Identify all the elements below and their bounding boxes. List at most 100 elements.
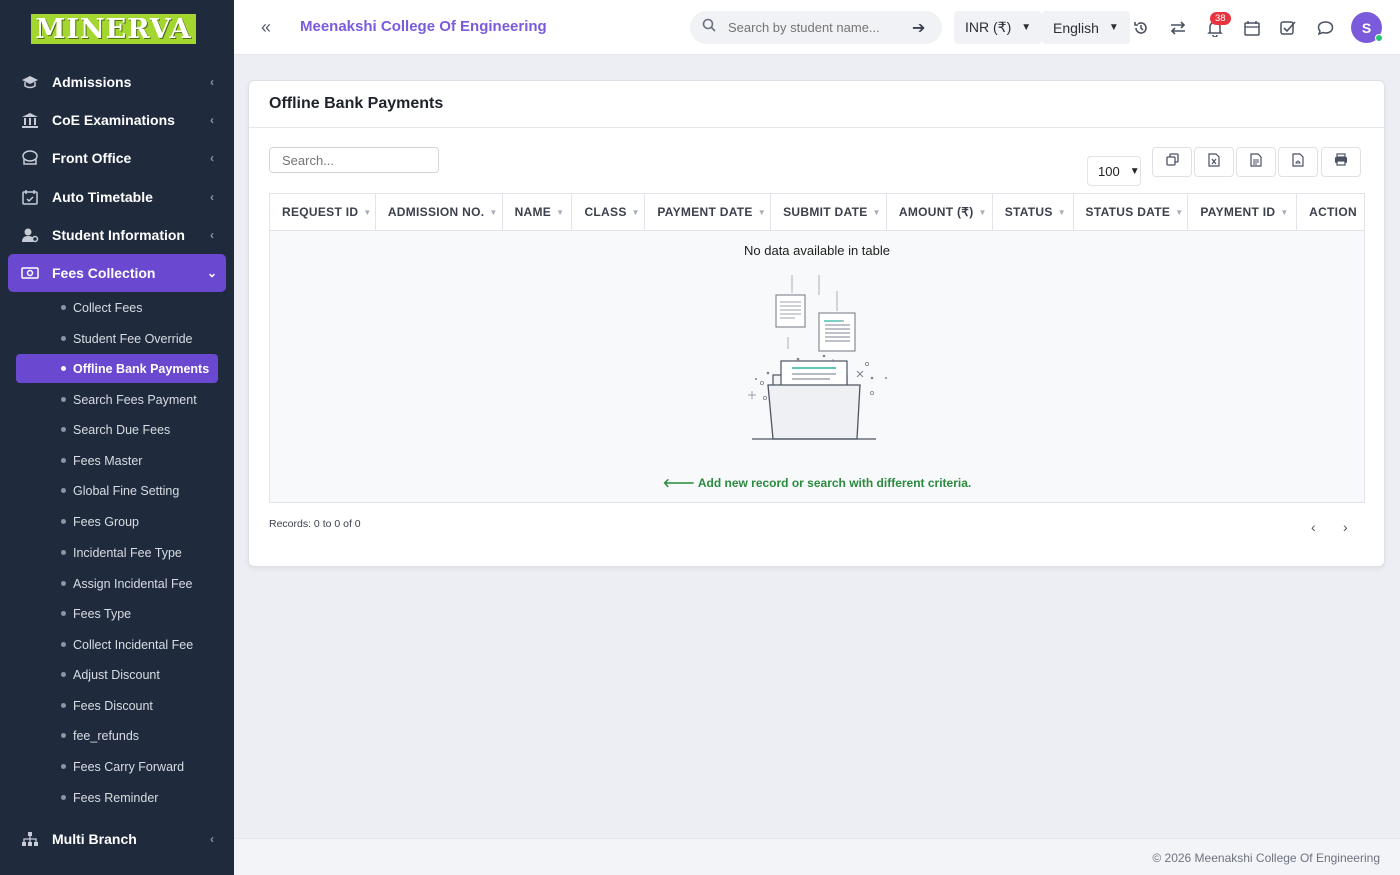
column-header[interactable]: PAYMENT ID ▼: [1188, 194, 1298, 230]
column-header[interactable]: REQUEST ID ▼: [270, 194, 376, 230]
sidebar-item-coe-examinations[interactable]: CoE Examinations ‹: [8, 101, 226, 139]
sidebar-subitem-label: Incidental Fee Type: [73, 545, 182, 560]
chevron-down-icon: ▼: [1108, 22, 1119, 33]
chevron-left-icon: ‹: [210, 113, 214, 127]
empty-table-message: No data available in table: [744, 243, 890, 258]
arrow-right-icon[interactable]: ➔: [912, 18, 925, 38]
bullet-icon: [61, 550, 66, 555]
sidebar-item-auto-timetable[interactable]: Auto Timetable ‹: [8, 178, 226, 216]
sidebar-item-multi-branch[interactable]: Multi Branch ‹: [8, 820, 226, 858]
bullet-icon: [61, 611, 66, 616]
column-header[interactable]: AMOUNT (₹) ▼: [887, 194, 993, 230]
file-text-icon: [1250, 152, 1262, 172]
sidebar-subitem-collect-incidental-fee[interactable]: Collect Incidental Fee: [16, 630, 218, 659]
history-icon[interactable]: [1130, 17, 1152, 39]
bullet-icon: [61, 733, 66, 738]
bullet-icon: [61, 336, 66, 341]
logo-text: MINERVA: [35, 13, 192, 45]
sidebar-subitem-search-fees-payment[interactable]: Search Fees Payment: [16, 385, 218, 414]
print-icon: [1334, 153, 1348, 171]
sidebar-subitem-label: Fees Carry Forward: [73, 759, 185, 774]
checkbox-icon[interactable]: [1277, 17, 1299, 39]
language-value: English: [1053, 19, 1099, 36]
pdf-export-button[interactable]: [1278, 147, 1318, 177]
column-label: CLASS: [584, 205, 627, 219]
collapse-sidebar-icon[interactable]: «: [261, 17, 271, 38]
column-header[interactable]: SUBMIT DATE ▼: [771, 194, 887, 230]
sidebar-subitem-adjust-discount[interactable]: Adjust Discount: [16, 660, 218, 689]
column-label: SUBMIT DATE: [783, 205, 868, 219]
chevron-left-icon: ‹: [210, 832, 214, 846]
sidebar-subitem-search-due-fees[interactable]: Search Due Fees: [16, 415, 218, 444]
column-header[interactable]: PAYMENT DATE ▼: [645, 194, 772, 230]
column-header[interactable]: CLASS ▼: [572, 194, 646, 230]
avatar-initial: S: [1361, 19, 1372, 36]
institution-icon: [8, 112, 52, 128]
sidebar-subitem-fees-carry-forward[interactable]: Fees Carry Forward: [16, 752, 218, 781]
sidebar-subitem-fees-discount[interactable]: Fees Discount: [16, 691, 218, 720]
column-header[interactable]: NAME ▼: [503, 194, 573, 230]
offline-bank-payments-card: Offline Bank Payments 100 ▼ REQUEST ID ▼ A…: [248, 80, 1385, 567]
column-label: PAYMENT ID: [1200, 205, 1276, 219]
sidebar-item-front-office[interactable]: Front Office ‹: [8, 139, 226, 177]
empty-state-hint: 🡐 Add new record or search with differen…: [270, 475, 1364, 490]
bullet-icon: [61, 488, 66, 493]
sidebar-subitem-label: Collect Incidental Fee: [73, 637, 194, 652]
sidebar-subitem-fee-refunds[interactable]: fee_refunds: [16, 721, 218, 750]
sidebar-subitem-label: Offline Bank Payments: [73, 361, 210, 376]
sidebar-subitem-global-fine-setting[interactable]: Global Fine Setting: [16, 476, 218, 505]
file-excel-icon: [1208, 152, 1220, 172]
excel-export-button[interactable]: [1194, 147, 1234, 177]
column-label: STATUS DATE: [1085, 205, 1171, 219]
college-name: Meenakshi College Of Engineering: [300, 18, 547, 35]
search-icon: [702, 18, 716, 37]
next-page-button[interactable]: ›: [1343, 519, 1348, 535]
currency-select[interactable]: INR (₹) ▼: [954, 11, 1043, 44]
sidebar-subitem-incidental-fee-type[interactable]: Incidental Fee Type: [16, 538, 218, 567]
sidebar-subitem-label: Fees Group: [73, 514, 140, 529]
swap-icon[interactable]: [1167, 17, 1189, 39]
page-title: Offline Bank Payments: [269, 95, 444, 112]
csv-export-button[interactable]: [1236, 147, 1276, 177]
column-header[interactable]: ADMISSION NO. ▼: [376, 194, 503, 230]
bullet-icon: [61, 305, 66, 310]
previous-page-button[interactable]: ‹: [1311, 519, 1316, 535]
column-header[interactable]: STATUS DATE ▼: [1074, 194, 1189, 230]
empty-state-illustration: [740, 275, 890, 460]
column-label: STATUS: [1004, 205, 1053, 219]
file-pdf-icon: [1292, 152, 1304, 172]
sidebar-subitem-fees-group[interactable]: Fees Group: [16, 507, 218, 536]
sidebar-item-label: Front Office: [52, 150, 132, 166]
sidebar-item-student-information[interactable]: Student Information ‹: [8, 216, 226, 254]
sidebar-subitem-collect-fees[interactable]: Collect Fees: [16, 293, 218, 322]
sidebar-subitem-student-fee-override[interactable]: Student Fee Override: [16, 324, 218, 353]
bullet-icon: [61, 795, 66, 800]
app-logo[interactable]: MINERVA: [31, 13, 196, 45]
sort-icon: ▼: [757, 207, 766, 217]
column-header[interactable]: STATUS ▼: [993, 194, 1074, 230]
copy-button[interactable]: [1152, 147, 1192, 177]
sidebar-subitem-fees-type[interactable]: Fees Type: [16, 599, 218, 628]
language-select[interactable]: English ▼: [1042, 11, 1130, 44]
copyright-text: © 2026 Meenakshi College Of Engineering: [1152, 851, 1380, 865]
calendar-icon[interactable]: [1241, 17, 1263, 39]
sidebar-subitem-label: Global Fine Setting: [73, 483, 180, 498]
print-button[interactable]: [1321, 147, 1361, 177]
sidebar-subitem-fees-master[interactable]: Fees Master: [16, 446, 218, 475]
student-search-input[interactable]: [728, 20, 908, 35]
chevron-right-icon: ›: [1343, 519, 1348, 535]
sidebar-item-fees-collection[interactable]: Fees Collection ⌄: [8, 254, 226, 292]
sidebar-subitem-label: Student Fee Override: [73, 331, 193, 346]
table-search-input[interactable]: [269, 147, 439, 173]
page-length-select[interactable]: 100 ▼: [1087, 156, 1141, 186]
sidebar-subitem-label: Fees Type: [73, 606, 132, 621]
chat-icon[interactable]: [1314, 17, 1336, 39]
sort-icon: ▼: [1280, 207, 1289, 217]
bullet-icon: [61, 642, 66, 647]
sidebar-subitem-label: Adjust Discount: [73, 667, 160, 682]
sidebar-subitem-fees-reminder[interactable]: Fees Reminder: [16, 783, 218, 812]
sidebar-subitem-offline-bank-payments[interactable]: Offline Bank Payments: [16, 354, 218, 383]
sidebar-subitem-assign-incidental-fee[interactable]: Assign Incidental Fee: [16, 569, 218, 598]
avatar[interactable]: S: [1351, 12, 1383, 43]
sidebar-item-admissions[interactable]: Admissions ‹: [8, 63, 226, 101]
